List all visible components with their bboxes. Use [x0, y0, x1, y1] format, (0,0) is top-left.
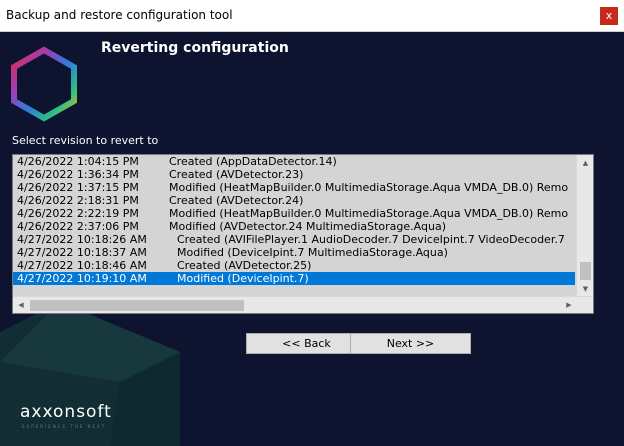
revision-row[interactable]: 4/27/2022 10:18:37 AM Modified (DeviceIpi…	[13, 246, 575, 259]
revision-row[interactable]: 4/26/2022 2:18:31 PM Created (AVDetector.…	[13, 194, 575, 207]
scroll-down-icon[interactable]: ▼	[577, 281, 593, 297]
horizontal-scrollbar[interactable]: ◀ ▶	[13, 296, 593, 313]
revision-row[interactable]: 4/27/2022 10:18:26 AM Created (AVIFilePla…	[13, 233, 575, 246]
close-icon[interactable]: x	[600, 7, 618, 25]
revision-row[interactable]: 4/26/2022 1:37:15 PM Modified (HeatMapBui…	[13, 181, 575, 194]
revision-date: 4/26/2022 2:22:19 PM	[17, 207, 139, 220]
revision-description: Created (AppDataDetector.14)	[169, 155, 337, 168]
revision-date: 4/26/2022 1:37:15 PM	[17, 181, 139, 194]
revision-row[interactable]: 4/26/2022 2:37:06 PM Modified (AVDetector…	[13, 220, 575, 233]
revision-description: Created (AVIFilePlayer.1 AudioDecoder.7 …	[177, 233, 565, 246]
revision-description: Modified (DeviceIpint.7 MultimediaStorag…	[177, 246, 448, 259]
scrollbar-corner	[576, 297, 593, 313]
revision-date: 4/27/2022 10:18:26 AM	[17, 233, 147, 246]
scroll-right-icon[interactable]: ▶	[561, 297, 577, 313]
revision-row[interactable]: 4/26/2022 1:36:34 PM Created (AVDetector.…	[13, 168, 575, 181]
revision-rows: 4/26/2022 1:04:15 PM Created (AppDataDete…	[13, 155, 575, 289]
brand-tagline: EXPERIENCE THE NEXT	[22, 424, 107, 429]
scroll-up-icon[interactable]: ▲	[577, 155, 593, 171]
revision-date: 4/26/2022 2:37:06 PM	[17, 220, 139, 233]
revision-date: 4/27/2022 10:18:37 AM	[17, 246, 147, 259]
wizard-client-area: Reverting configuration Select revision …	[0, 32, 624, 446]
brand-name: axxonsoft	[20, 402, 112, 422]
next-button[interactable]: Next >>	[350, 333, 471, 354]
horizontal-scroll-thumb[interactable]	[30, 300, 244, 311]
back-button[interactable]: << Back	[246, 333, 367, 354]
revision-description: Created (AVDetector.25)	[177, 259, 312, 272]
title-bar: Backup and restore configuration tool x	[0, 0, 624, 32]
window-title: Backup and restore configuration tool	[6, 8, 233, 22]
vertical-scroll-thumb[interactable]	[580, 262, 591, 280]
revision-description: Modified (HeatMapBuilder.0 MultimediaSto…	[169, 181, 569, 194]
revision-list-label: Select revision to revert to	[12, 134, 159, 147]
scroll-left-icon[interactable]: ◀	[13, 297, 29, 313]
revision-listbox[interactable]: 4/26/2022 1:04:15 PM Created (AppDataDete…	[12, 154, 594, 314]
vertical-scrollbar[interactable]: ▲ ▼	[576, 155, 593, 297]
revision-date: 4/26/2022 1:36:34 PM	[17, 168, 139, 181]
revision-date: 4/27/2022 10:19:10 AM	[17, 272, 147, 285]
revision-row[interactable]: 4/27/2022 10:18:46 AM Created (AVDetector…	[13, 259, 575, 272]
revision-description: Modified (AVDetector.24 MultimediaStorag…	[169, 220, 446, 233]
revision-description: Created (AVDetector.24)	[169, 194, 304, 207]
brand-logo: axxonsoft EXPERIENCE THE NEXT	[20, 402, 150, 438]
page-title: Reverting configuration	[101, 40, 289, 56]
revision-row[interactable]: 4/27/2022 10:19:10 AM Modified (DeviceIpi…	[13, 272, 575, 285]
revision-row[interactable]: 4/26/2022 1:04:15 PM Created (AppDataDete…	[13, 155, 575, 168]
revision-date: 4/26/2022 2:18:31 PM	[17, 194, 139, 207]
revision-row[interactable]: 4/26/2022 2:22:19 PM Modified (HeatMapBui…	[13, 207, 575, 220]
revision-description: Created (AVDetector.23)	[169, 168, 304, 181]
revision-description: Modified (HeatMapBuilder.0 MultimediaSto…	[169, 207, 569, 220]
revision-date: 4/27/2022 10:18:46 AM	[17, 259, 147, 272]
revision-date: 4/26/2022 1:04:15 PM	[17, 155, 139, 168]
hexagon-logo-icon	[11, 46, 77, 122]
revision-description: Modified (DeviceIpint.7)	[177, 272, 309, 285]
